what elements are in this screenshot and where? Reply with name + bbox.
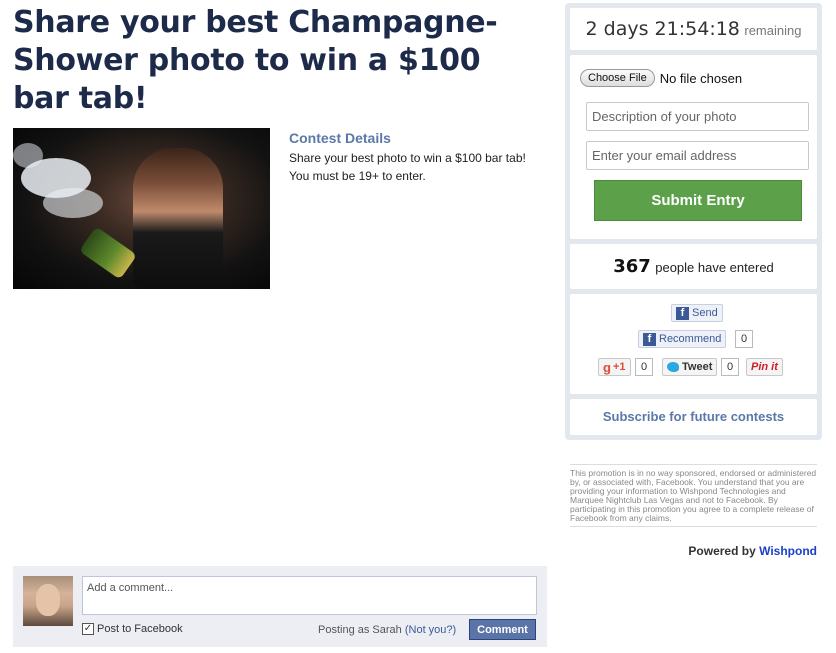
not-you-link[interactable]: (Not you?) xyxy=(405,624,456,636)
page-title: Share your best Champagne-Shower photo t… xyxy=(13,5,498,116)
countdown-time: 2 days 21:54:18 xyxy=(585,18,740,40)
entry-count-number: 367 xyxy=(613,256,651,277)
powered-by: Powered by Wishpond xyxy=(688,544,817,558)
contest-details-title: Contest Details xyxy=(289,130,391,146)
google-plus-icon: g xyxy=(603,359,611,375)
facebook-recommend-button[interactable]: f Recommend xyxy=(638,330,727,348)
facebook-disclaimer: This promotion is in no way sponsored, e… xyxy=(570,464,817,527)
entry-form: Choose File No file chosen Description o… xyxy=(570,55,817,239)
tweet-label: Tweet xyxy=(682,361,713,373)
facebook-icon: f xyxy=(643,332,656,346)
recommend-count: 0 xyxy=(735,330,753,348)
countdown-timer: 2 days 21:54:18 remaining xyxy=(570,8,817,50)
post-to-facebook-option[interactable]: ✓ Post to Facebook xyxy=(82,623,183,635)
contest-details-text: Share your best photo to win a $100 bar … xyxy=(289,151,526,183)
entry-count: 367 people have entered xyxy=(570,244,817,289)
tweet-count: 0 xyxy=(721,358,739,376)
posting-as-label: Posting as Sarah xyxy=(318,624,402,636)
entry-count-label: people have entered xyxy=(655,260,774,275)
comment-section: Add a comment... ✓ Post to Facebook Post… xyxy=(13,566,547,647)
social-share: f Send f Recommend 0 g +1 0 Tweet 0 Pin … xyxy=(570,294,817,394)
powered-by-prefix: Powered by xyxy=(688,544,756,558)
entry-panel: 2 days 21:54:18 remaining Choose File No… xyxy=(565,3,822,440)
twitter-bird-icon xyxy=(667,362,679,372)
file-picker: Choose File No file chosen xyxy=(580,69,742,87)
recommend-label: Recommend xyxy=(659,333,722,345)
post-to-facebook-checkbox[interactable]: ✓ xyxy=(82,623,94,635)
choose-file-button[interactable]: Choose File xyxy=(580,69,655,87)
send-label: Send xyxy=(692,307,718,319)
pinterest-pin-button[interactable]: Pin it xyxy=(746,358,783,376)
description-input[interactable]: Description of your photo xyxy=(586,102,809,131)
contest-photo xyxy=(13,128,270,289)
facebook-send-button[interactable]: f Send xyxy=(671,304,723,322)
wishpond-link[interactable]: Wishpond xyxy=(759,544,817,558)
gplus-label: +1 xyxy=(612,361,626,373)
submit-entry-button[interactable]: Submit Entry xyxy=(594,180,802,221)
countdown-remaining-label: remaining xyxy=(744,23,802,38)
tweet-button[interactable]: Tweet xyxy=(662,358,718,376)
facebook-icon: f xyxy=(676,306,689,320)
google-plus-button[interactable]: g +1 xyxy=(598,358,631,376)
posting-as: Posting as Sarah (Not you?) xyxy=(318,624,456,636)
file-status: No file chosen xyxy=(659,70,743,86)
subscribe-link[interactable]: Subscribe for future contests xyxy=(570,399,817,435)
post-to-facebook-label: Post to Facebook xyxy=(97,623,183,635)
comment-input[interactable]: Add a comment... xyxy=(82,576,537,615)
comment-button[interactable]: Comment xyxy=(469,619,536,640)
email-input[interactable]: Enter your email address xyxy=(586,141,809,170)
gplus-count: 0 xyxy=(635,358,653,376)
avatar xyxy=(23,576,73,626)
